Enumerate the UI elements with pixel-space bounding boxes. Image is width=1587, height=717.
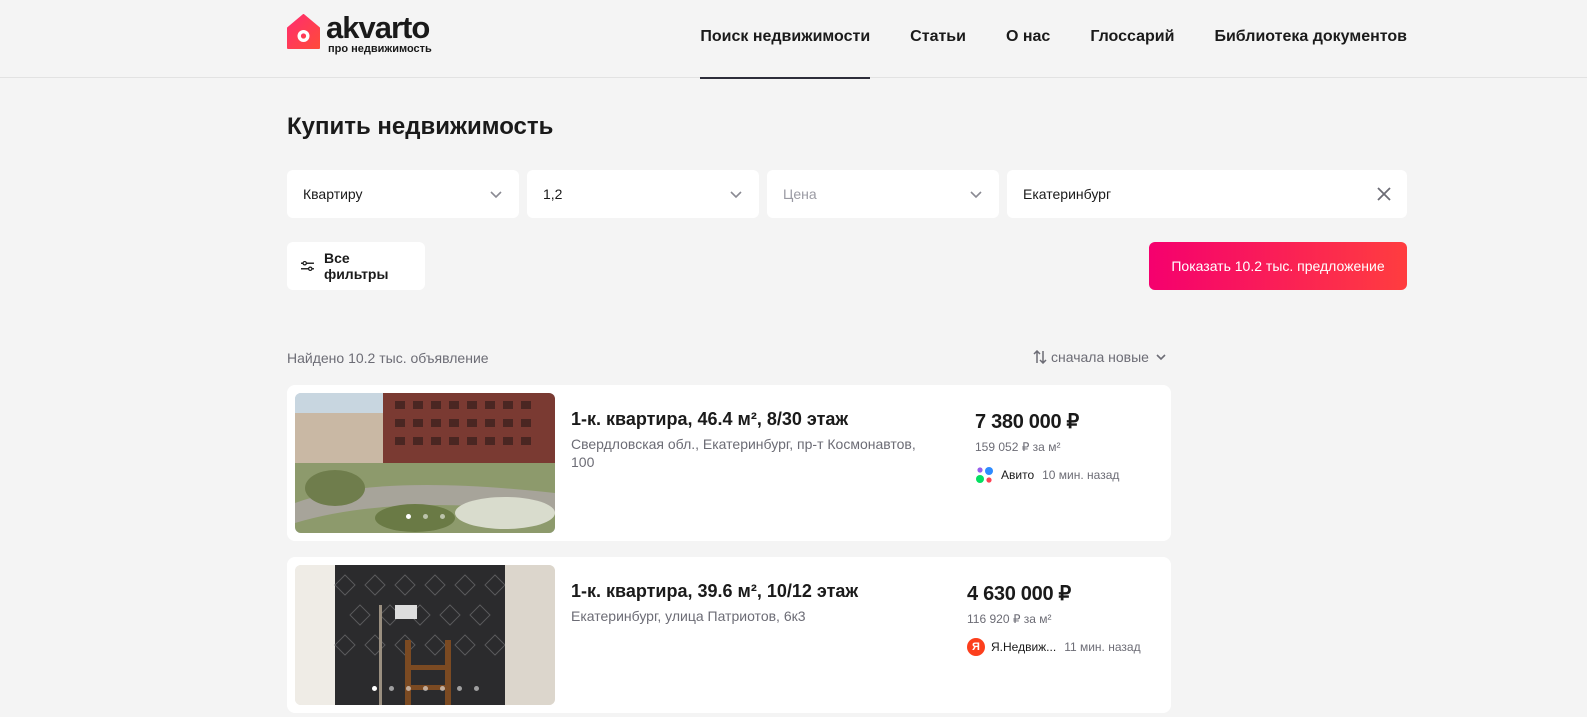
listing-photo-image: [295, 393, 555, 533]
chevron-down-icon: [490, 191, 502, 199]
price-block: 4 630 000 ₽ 116 920 ₽ за м² Я Я.Недвиж..…: [967, 581, 1141, 656]
yandex-logo-icon: Я: [967, 638, 985, 656]
photo-dot[interactable]: [405, 686, 411, 691]
source-name: Авито: [1001, 468, 1035, 482]
logo-house-icon: [287, 14, 320, 49]
photo-dot[interactable]: [422, 686, 428, 691]
listing-card[interactable]: 1-к. квартира, 46.4 м², 8/30 этаж Свердл…: [287, 385, 1171, 541]
photo-dot[interactable]: [439, 514, 445, 519]
filter-sliders-icon: [301, 260, 314, 272]
listing-time: 10 мин. назад: [1042, 468, 1120, 482]
rooms-select[interactable]: 1,2: [527, 170, 759, 218]
chevron-down-icon: [1156, 354, 1166, 361]
photo-dot[interactable]: [388, 686, 394, 691]
results-count: Найдено 10.2 тыс. объявление: [287, 350, 489, 366]
listing-photo[interactable]: [295, 565, 555, 705]
listing-photo[interactable]: [295, 393, 555, 533]
rooms-value: 1,2: [543, 186, 563, 202]
photo-dot[interactable]: [439, 686, 445, 691]
listing-source[interactable]: Авито 10 мин. назад: [975, 466, 1119, 484]
price-placeholder: Цена: [783, 186, 817, 202]
page-title: Купить недвижимость: [287, 113, 554, 140]
listing-address: Екатеринбург, улица Патриотов, 6к3: [571, 608, 806, 624]
property-type-value: Квартиру: [303, 186, 363, 202]
property-type-select[interactable]: Квартиру: [287, 170, 519, 218]
price-per-m2: 159 052 ₽ за м²: [975, 440, 1061, 454]
price-per-m2: 116 920 ₽ за м²: [967, 612, 1052, 626]
source-name: Я.Недвиж...: [991, 640, 1057, 654]
all-filters-label: Все фильтры: [323, 250, 389, 282]
price-select[interactable]: Цена: [767, 170, 999, 218]
logo-name: akvarto: [326, 10, 430, 45]
nav-item-articles[interactable]: Статьи: [910, 0, 966, 78]
nav-item-glossary[interactable]: Глоссарий: [1090, 0, 1174, 78]
photo-dot[interactable]: [405, 514, 411, 519]
photo-dot[interactable]: [422, 514, 428, 519]
photo-dot[interactable]: [371, 686, 377, 691]
chevron-down-icon: [970, 191, 982, 199]
logo-tagline: про недвижимость: [328, 43, 432, 55]
city-input[interactable]: Екатеринбург: [1007, 170, 1407, 218]
listing-title[interactable]: 1-к. квартира, 39.6 м², 10/12 этаж: [571, 581, 858, 602]
show-offers-button[interactable]: Показать 10.2 тыс. предложение: [1149, 242, 1407, 290]
listing-price: 7 380 000 ₽: [975, 411, 1079, 433]
sort-select[interactable]: сначала новые: [1033, 349, 1171, 365]
listing-title[interactable]: 1-к. квартира, 46.4 м², 8/30 этаж: [571, 409, 848, 430]
listing-photo-image: [295, 565, 555, 705]
sort-icon: [1033, 350, 1047, 364]
listing-card[interactable]: 1-к. квартира, 39.6 м², 10/12 этаж Екате…: [287, 557, 1171, 713]
listing-address: Свердловская обл., Екатеринбург, пр-т Ко…: [571, 436, 916, 470]
avito-logo-icon: [976, 467, 993, 483]
chevron-down-icon: [730, 191, 742, 199]
listing-source[interactable]: Я Я.Недвиж... 11 мин. назад: [967, 638, 1141, 656]
all-filters-button[interactable]: Все фильтры: [287, 242, 425, 290]
close-icon[interactable]: [1377, 187, 1391, 201]
header: akvarto про недвижимость Поиск недвижимо…: [0, 0, 1587, 79]
city-value: Екатеринбург: [1023, 186, 1112, 202]
nav-item-search[interactable]: Поиск недвижимости: [700, 0, 870, 79]
logo[interactable]: akvarto про недвижимость: [287, 10, 432, 55]
filter-bar: Квартиру 1,2 Цена Екатеринбург: [287, 170, 1407, 218]
photo-pagination: [295, 514, 555, 519]
price-block: 7 380 000 ₽ 159 052 ₽ за м² Авито 10 мин…: [975, 409, 1119, 484]
main-nav: Поиск недвижимости Статьи О нас Глоссари…: [660, 0, 1407, 79]
listing-price: 4 630 000 ₽: [967, 583, 1071, 605]
listing-time: 11 мин. назад: [1064, 640, 1141, 654]
photo-dot[interactable]: [456, 686, 462, 691]
nav-item-about[interactable]: О нас: [1006, 0, 1050, 78]
photo-dot[interactable]: [473, 686, 479, 691]
nav-item-documents[interactable]: Библиотека документов: [1214, 0, 1407, 78]
sort-label: сначала новые: [1051, 349, 1149, 365]
photo-pagination: [295, 686, 555, 691]
